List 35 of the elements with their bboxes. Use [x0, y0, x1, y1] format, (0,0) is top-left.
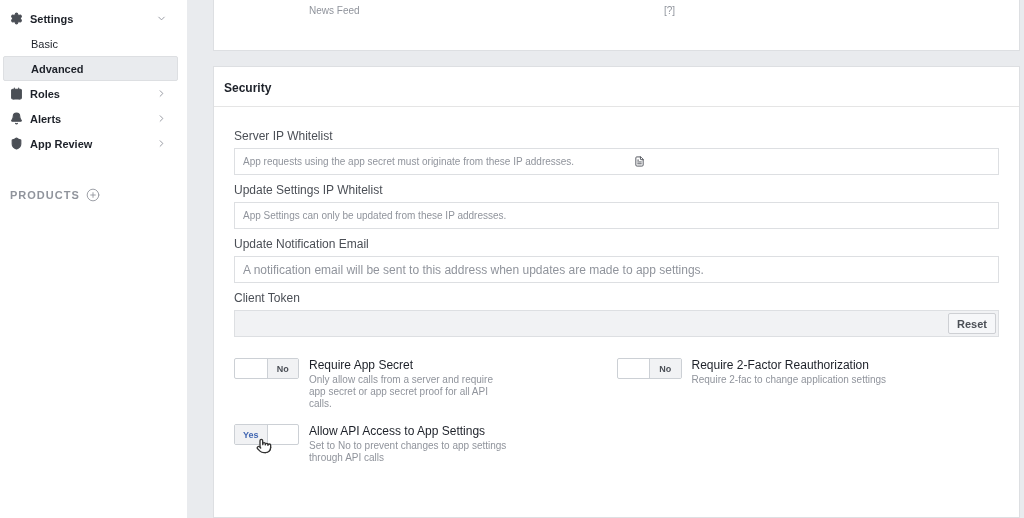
placeholder-text: App requests using the app secret must originate from these IP addresses.: [243, 156, 575, 167]
toggle-label: No: [266, 359, 298, 378]
pointer-cursor-icon: [256, 438, 272, 454]
toggle-title: Allow API Access to App Settings: [309, 424, 487, 438]
sidebar-item[interactable]: App Review: [0, 131, 178, 156]
section-heading: PRODUCTS: [10, 189, 80, 201]
sidebar-subitem[interactable]: Advanced: [3, 56, 178, 81]
sidebar-item[interactable]: Settings: [0, 6, 178, 31]
add-icon[interactable]: [85, 188, 100, 202]
toggle-switch[interactable]: No: [616, 358, 682, 379]
field-label: Client Token: [234, 291, 301, 305]
toggle-switch[interactable]: Yes: [234, 424, 299, 445]
toggle-description: Set to No to prevent changes to app settings through API calls: [309, 440, 508, 464]
field-label: Server IP Whitelist: [234, 129, 334, 143]
sidebar-item[interactable]: Alerts: [0, 106, 178, 131]
toggle-description: Only allow calls from a server and require app secret or app secret proof for all API calls.: [309, 374, 494, 410]
shield-check-icon: [10, 137, 23, 150]
toggle-title: Require App Secret: [309, 358, 415, 372]
document-icon: [634, 156, 646, 167]
sidebar-subitem[interactable]: Basic: [3, 31, 178, 56]
toggle-title: Require 2-Factor Reauthorization: [691, 358, 870, 372]
reset-button[interactable]: Reset: [948, 313, 996, 334]
placeholder-text: A notification email will be sent to this address when updates are made to app settings.: [243, 262, 704, 277]
sidebar-item[interactable]: Roles: [0, 81, 178, 106]
placeholder-text: App Settings can only be updated from these IP addresses.: [243, 210, 507, 221]
toggle-label: No: [649, 359, 681, 378]
bell-icon: [10, 112, 23, 125]
field-label: Update Settings IP Whitelist: [234, 183, 384, 197]
toggle-description: Require 2-fac to change application settings: [691, 374, 888, 386]
toggle-switch[interactable]: No: [234, 358, 299, 379]
toggle-label: Yes: [235, 425, 267, 444]
section-title: Security: [214, 67, 1019, 107]
token-field[interactable]: Reset: [234, 310, 999, 337]
description-text: News Feed: [309, 5, 360, 18]
field-label: Update Notification Email: [234, 237, 370, 251]
